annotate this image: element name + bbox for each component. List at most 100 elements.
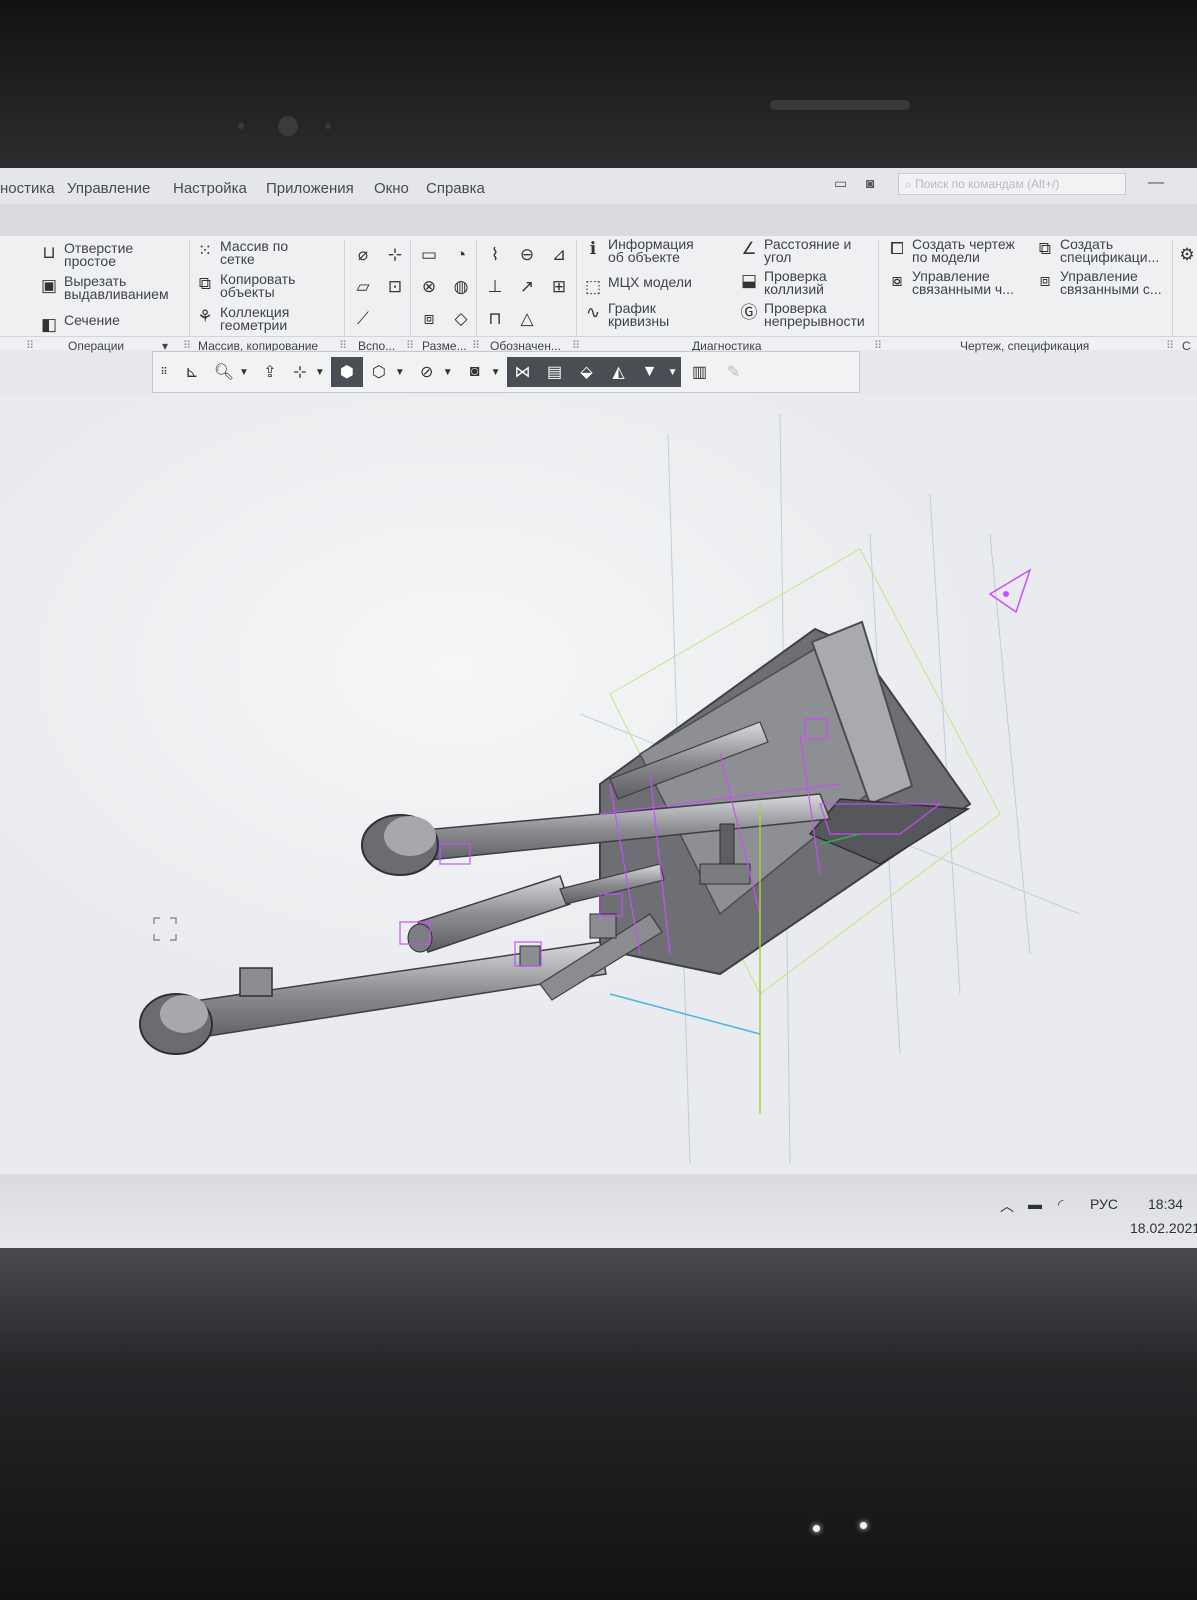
create-specification-button[interactable]: ⧉ Создать спецификаци... bbox=[1034, 237, 1159, 264]
extrude-cut-icon: ▣ bbox=[40, 276, 58, 295]
webcam bbox=[278, 116, 298, 136]
constraints-icon[interactable]: ⋈ bbox=[506, 357, 539, 387]
aux-surface-icon[interactable]: ▱ bbox=[352, 276, 374, 298]
curvature-graph-button[interactable]: ∿ График кривизны bbox=[582, 301, 669, 328]
distance-angle-icon: ∠ bbox=[741, 239, 757, 258]
hole-button[interactable]: ⊔ Отверстие простое bbox=[38, 241, 133, 268]
laptop-bezel-top bbox=[0, 0, 1197, 175]
section-icon: ◧ bbox=[40, 315, 58, 334]
menu-apps[interactable]: Приложения bbox=[266, 180, 354, 197]
chevron-down-icon[interactable]: ▼ bbox=[315, 367, 325, 378]
model-viewport[interactable] bbox=[0, 394, 1197, 1174]
group-separator bbox=[476, 240, 477, 336]
collision-icon: ⬓ bbox=[740, 271, 758, 290]
aux-point-icon[interactable]: ⊡ bbox=[384, 276, 406, 298]
manage-linked-spec-button[interactable]: ⧈ Управление связанными с... bbox=[1034, 269, 1162, 296]
menu-settings[interactable]: Настройка bbox=[173, 180, 247, 197]
curvature-icon: ∿ bbox=[585, 303, 601, 322]
wireframe-view-icon[interactable]: ⬡ bbox=[363, 357, 395, 387]
group-separator bbox=[189, 240, 190, 336]
mass-properties-button[interactable]: ⬚ МЦХ модели bbox=[582, 275, 692, 298]
continuity-check-button[interactable]: Ⓖ Проверка непрерывности bbox=[738, 301, 865, 328]
object-info-button[interactable]: ℹ Информация об объекте bbox=[582, 237, 694, 264]
battery-icon[interactable]: ▬ bbox=[1028, 1196, 1042, 1212]
notation-tolerance-icon[interactable]: ⊞ bbox=[548, 276, 570, 298]
dimension-auto-icon[interactable]: ⧈ bbox=[418, 308, 440, 330]
clock-time: 18:34 bbox=[1148, 1196, 1184, 1212]
aux-plane-icon[interactable]: ⌀ bbox=[352, 244, 374, 266]
minimize-button[interactable]: — bbox=[1148, 174, 1164, 192]
chevron-down-icon[interactable]: ▼ bbox=[443, 367, 453, 378]
aux-line-icon[interactable]: ⟋ bbox=[352, 308, 374, 330]
orientation-icon[interactable]: ⊾ bbox=[175, 357, 209, 387]
collision-check-button[interactable]: ⬓ Проверка коллизий bbox=[738, 269, 827, 296]
hide-icon[interactable]: ⊘ bbox=[411, 357, 443, 387]
create-drawing-button[interactable]: ⧠ Создать чертеж по модели bbox=[886, 237, 1015, 264]
layers-icon[interactable]: ▤ bbox=[538, 357, 571, 387]
shaded-view-icon[interactable]: ⬢ bbox=[330, 357, 363, 387]
dimension-tool-icon[interactable]: ◇ bbox=[450, 308, 472, 330]
perspective-icon[interactable]: ◭ bbox=[602, 357, 635, 387]
notation-mark-icon[interactable]: ⊓ bbox=[484, 308, 506, 330]
chevron-up-icon[interactable]: ︿ bbox=[1000, 1196, 1014, 1216]
sections-icon[interactable]: ⬙ bbox=[570, 357, 603, 387]
status-led bbox=[860, 1522, 867, 1529]
chevron-down-icon[interactable]: ▼ bbox=[491, 367, 501, 378]
camera-icon[interactable]: ◙ bbox=[866, 175, 874, 191]
menu-window[interactable]: Окно bbox=[374, 180, 409, 197]
menu-diagnostics[interactable]: ностика bbox=[0, 180, 55, 197]
pan-icon[interactable]: ⇪ bbox=[255, 357, 285, 387]
geometry-collection-icon: ⚘ bbox=[197, 307, 213, 326]
dimension-diameter-icon[interactable]: ◍ bbox=[450, 276, 472, 298]
toolbar-grip-icon: ⠿ bbox=[160, 366, 168, 378]
clock-date: 18.02.2021 bbox=[1130, 1220, 1197, 1236]
aux-axis-icon[interactable]: ⊹ bbox=[384, 244, 406, 266]
sensor-dot bbox=[238, 123, 244, 129]
view-toolbar: ⠿ ⊾ 🔍︎ ▼ ⇪ ⊹ ▼ ⬢ ⬡ ▼ ⊘ ▼ ◙ ▼ ⋈ ▤ ⬙ ◭ ▼ ▼… bbox=[152, 351, 860, 393]
manage-linked-drawings-button[interactable]: ⧇ Управление связанными ч... bbox=[886, 269, 1014, 296]
group-more[interactable]: С bbox=[1182, 339, 1191, 353]
display-mode-icon[interactable]: ◙ bbox=[459, 357, 491, 387]
group-drawing-spec[interactable]: Чертеж, спецификация bbox=[960, 339, 1089, 353]
window-layout-icon[interactable]: ▭ bbox=[834, 175, 847, 192]
notation-center-icon[interactable]: ⊖ bbox=[516, 244, 538, 266]
copy-objects-button[interactable]: ⧉ Копировать объекты bbox=[194, 272, 295, 299]
more-tools-icon[interactable]: ⚙ bbox=[1176, 244, 1197, 266]
search-icon: ⌕ bbox=[905, 177, 916, 191]
dimension-radius-icon[interactable]: ◔ bbox=[450, 244, 472, 266]
section-button[interactable]: ◧ Сечение bbox=[38, 313, 120, 336]
model-canvas bbox=[0, 394, 1197, 1174]
notation-leader-icon[interactable]: ↗ bbox=[516, 276, 538, 298]
axes-icon[interactable]: ⊹ bbox=[285, 357, 315, 387]
bezel-slot bbox=[770, 100, 910, 110]
command-search-input[interactable]: ⌕ Поиск по командам (Alt+/) bbox=[898, 173, 1126, 195]
notation-weld-icon[interactable]: △ bbox=[516, 308, 538, 330]
grip-icon: ⠿ bbox=[1166, 340, 1175, 352]
chevron-down-icon[interactable]: ▼ bbox=[239, 367, 249, 378]
geometry-collection-button[interactable]: ⚘ Коллекция геометрии bbox=[194, 305, 289, 332]
grid-array-button[interactable]: ⁙ Массив по сетке bbox=[194, 239, 288, 266]
grip-icon: ⠿ bbox=[874, 340, 883, 352]
chevron-down-icon[interactable]: ▼ bbox=[395, 367, 405, 378]
group-operations[interactable]: Операции bbox=[68, 339, 124, 353]
group-separator bbox=[878, 240, 879, 336]
properties-icon[interactable]: ▥ bbox=[681, 357, 719, 387]
sensor-dot bbox=[325, 123, 331, 129]
language-indicator[interactable]: РУС bbox=[1090, 1196, 1118, 1212]
wifi-icon[interactable]: ◜ bbox=[1058, 1196, 1063, 1213]
notation-thread-icon[interactable]: ⌇ bbox=[484, 244, 506, 266]
dimension-angle-icon[interactable]: ⊗ bbox=[418, 276, 440, 298]
menu-manage[interactable]: Управление bbox=[67, 180, 150, 197]
dimension-linear-icon[interactable]: ▭ bbox=[418, 244, 440, 266]
filter-chevron-down-icon[interactable]: ▼ bbox=[664, 357, 681, 387]
menu-help[interactable]: Справка bbox=[426, 180, 485, 197]
linked-drawings-icon: ⧇ bbox=[891, 271, 903, 290]
zoom-icon[interactable]: 🔍︎ bbox=[209, 357, 239, 387]
drawing-icon: ⧠ bbox=[890, 239, 904, 258]
ribbon: ⊔ Отверстие простое ▣ Вырезать выдавливани… bbox=[0, 236, 1197, 353]
notation-roughness-icon[interactable]: ⊿ bbox=[548, 244, 570, 266]
notation-base-icon[interactable]: ⊥ bbox=[484, 276, 506, 298]
filter-icon[interactable]: ▼ bbox=[634, 357, 665, 387]
extrude-cut-button[interactable]: ▣ Вырезать выдавливанием bbox=[38, 274, 169, 301]
distance-angle-button[interactable]: ∠ Расстояние и угол bbox=[738, 237, 851, 264]
